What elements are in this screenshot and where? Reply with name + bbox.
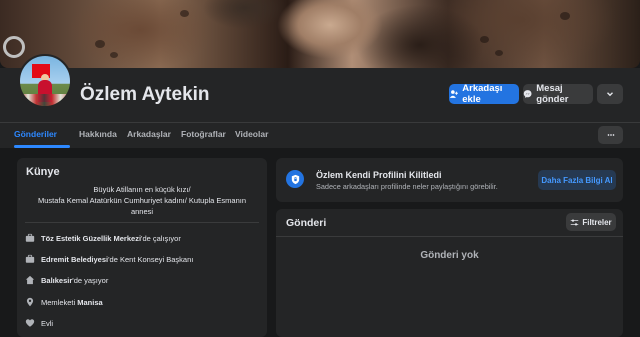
more-dots-icon (607, 134, 614, 136)
posts-card: Gönderi Filtreler Gönderi yok (276, 209, 623, 337)
divider (276, 236, 623, 237)
filters-button[interactable]: Filtreler (566, 213, 616, 231)
tabs-more-button[interactable] (598, 126, 623, 144)
hometown-text: Memleketi (41, 297, 78, 307)
posts-title: Gönderi (286, 217, 327, 229)
profile-name: Özlem Aytekin (80, 84, 210, 105)
location-pin-icon (26, 297, 34, 307)
add-friend-label: Arkadaşı ekle (462, 83, 503, 105)
intro-card: Künye Büyük Atillanın en küçük kızı/ Mus… (17, 158, 267, 337)
locked-subtitle: Sadece arkadaşları profilinde neler payl… (316, 182, 498, 191)
home-icon (25, 275, 35, 285)
heart-icon (25, 319, 35, 327)
active-tab-indicator (14, 145, 70, 148)
sliders-icon (571, 219, 579, 225)
learn-more-button[interactable]: Daha Fazla Bilgi Al (538, 170, 616, 190)
profile-tabs: Gönderiler Hakkında Arkadaşlar Fotoğrafl… (0, 122, 640, 148)
ring-decoration (3, 36, 25, 58)
city-link[interactable]: Balıkesir (41, 276, 72, 285)
messenger-icon (523, 90, 532, 98)
workplace-link[interactable]: Edremit Belediyesi (41, 255, 108, 264)
relationship-text: Evli (41, 318, 54, 328)
add-person-icon (449, 90, 458, 98)
divider (25, 222, 259, 223)
locked-profile-notice: Özlem Kendi Profilini Kilitledi Sadece a… (276, 158, 623, 202)
workplace-link[interactable]: Töz Estetik Güzellik Merkezi (41, 234, 141, 243)
tab-about[interactable]: Hakkında (79, 129, 117, 139)
send-message-label: Mesaj gönder (536, 83, 569, 105)
add-friend-button[interactable]: Arkadaşı ekle (449, 83, 519, 105)
cover-photo[interactable] (0, 0, 640, 68)
tab-posts[interactable]: Gönderiler (14, 129, 57, 139)
avatar[interactable] (18, 54, 72, 108)
relationship-item: Evli (25, 318, 53, 328)
briefcase-icon (25, 233, 35, 242)
locked-title: Özlem Kendi Profilini Kilitledi (316, 170, 442, 180)
filters-label: Filtreler (582, 217, 612, 227)
hometown-link[interactable]: Manisa (77, 298, 102, 307)
work-item-text: 'de Kent Konseyi Başkanı (108, 254, 194, 264)
intro-title: Künye (26, 166, 60, 178)
residence-text: 'de yaşıyor (72, 275, 109, 285)
work-item-text: 'de çalışıyor (141, 233, 181, 243)
send-message-button[interactable]: Mesaj gönder (523, 83, 593, 105)
bio-text: Büyük Atillanın en küçük kızı/ Mustafa K… (25, 184, 259, 217)
bio-line: Büyük Atillanın en küçük kızı/ (93, 185, 191, 194)
work-item: Töz Estetik Güzellik Merkezi'de çalışıyo… (25, 233, 181, 243)
tab-videos[interactable]: Videolar (235, 129, 268, 139)
more-options-button[interactable] (597, 84, 623, 104)
work-item: Edremit Belediyesi'de Kent Konseyi Başka… (25, 254, 193, 264)
empty-state-text: Gönderi yok (420, 250, 479, 261)
bio-line: Mustafa Kemal Atatürkün Cumhuriyet kadın… (37, 196, 247, 205)
tab-friends[interactable]: Arkadaşlar (127, 129, 171, 139)
chevron-down-icon (607, 92, 613, 97)
briefcase-icon (25, 254, 35, 263)
residence-item: Balıkesir'de yaşıyor (25, 275, 108, 285)
bio-line: annesi (130, 207, 154, 216)
tab-photos[interactable]: Fotoğraflar (181, 129, 226, 139)
hometown-item: Memleketi Manisa (25, 297, 103, 307)
shield-lock-icon (286, 170, 304, 188)
